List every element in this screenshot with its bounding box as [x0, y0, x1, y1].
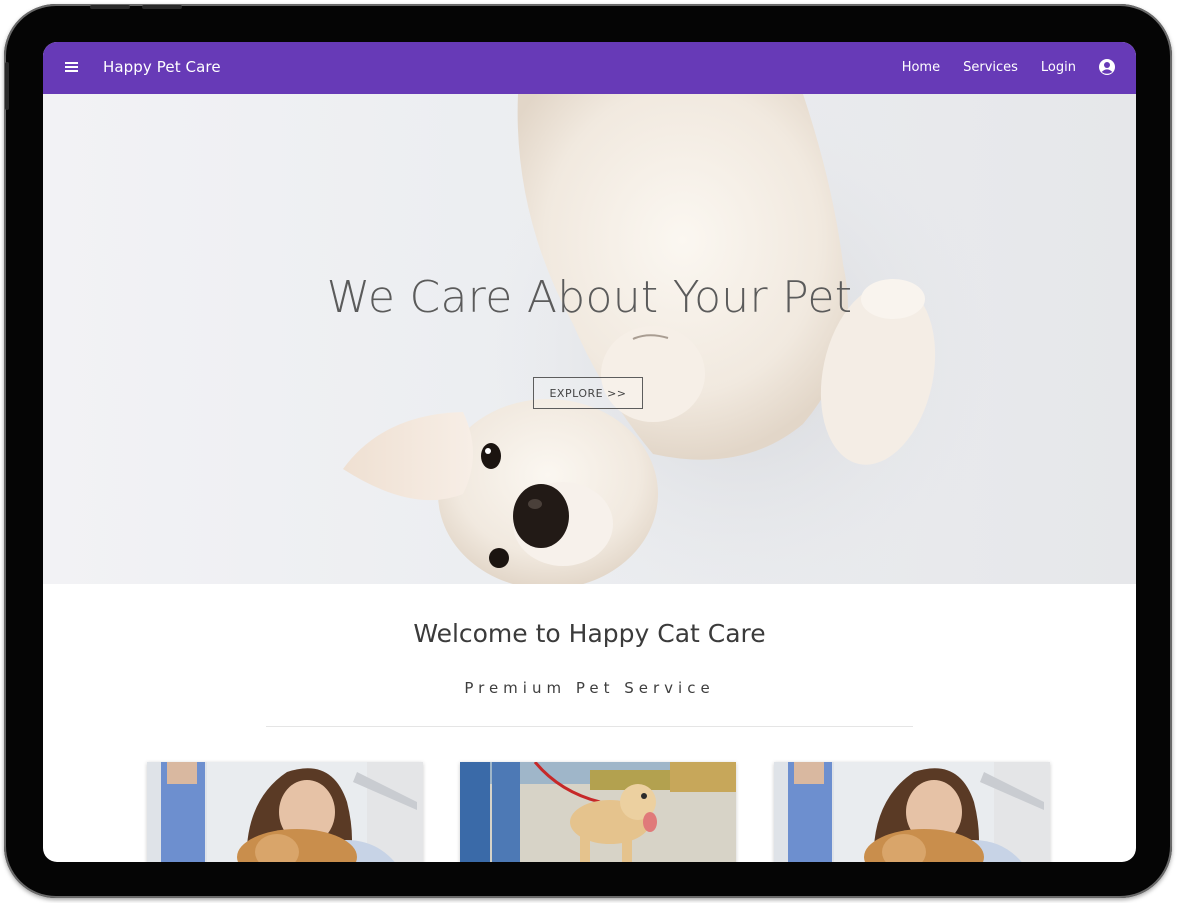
browser-screen: Happy Pet Care Home Services Login We Ca…	[43, 42, 1136, 862]
hero-title: We Care About Your Pet	[326, 272, 853, 323]
section-divider	[266, 726, 913, 727]
hamburger-menu-icon[interactable]	[65, 62, 78, 73]
nav-link-services[interactable]: Services	[963, 60, 1018, 75]
tablet-side-button	[5, 62, 9, 110]
brand-title[interactable]: Happy Pet Care	[103, 58, 221, 76]
woman-hugging-dog-image	[774, 762, 1050, 862]
welcome-title: Welcome to Happy Cat Care	[413, 619, 766, 648]
nav-link-home[interactable]: Home	[902, 60, 940, 75]
service-card-image[interactable]	[460, 762, 736, 862]
puppy-image	[343, 94, 1003, 584]
woman-hugging-dog-image	[147, 762, 423, 862]
service-card-image[interactable]	[147, 762, 423, 862]
explore-button[interactable]: EXPLORE >>	[533, 377, 643, 409]
account-circle-icon[interactable]	[1098, 58, 1116, 76]
nav-link-login[interactable]: Login	[1041, 60, 1076, 75]
top-navbar: Happy Pet Care Home Services Login	[43, 42, 1136, 94]
hero-banner: We Care About Your Pet EXPLORE >>	[43, 94, 1136, 584]
tablet-top-button	[90, 5, 130, 9]
welcome-subtitle: Premium Pet Service	[464, 679, 715, 697]
tablet-top-button	[142, 5, 182, 9]
nav-links: Home Services Login	[902, 60, 1076, 75]
service-card-image[interactable]	[774, 762, 1050, 862]
dog-walking-image	[460, 762, 736, 862]
